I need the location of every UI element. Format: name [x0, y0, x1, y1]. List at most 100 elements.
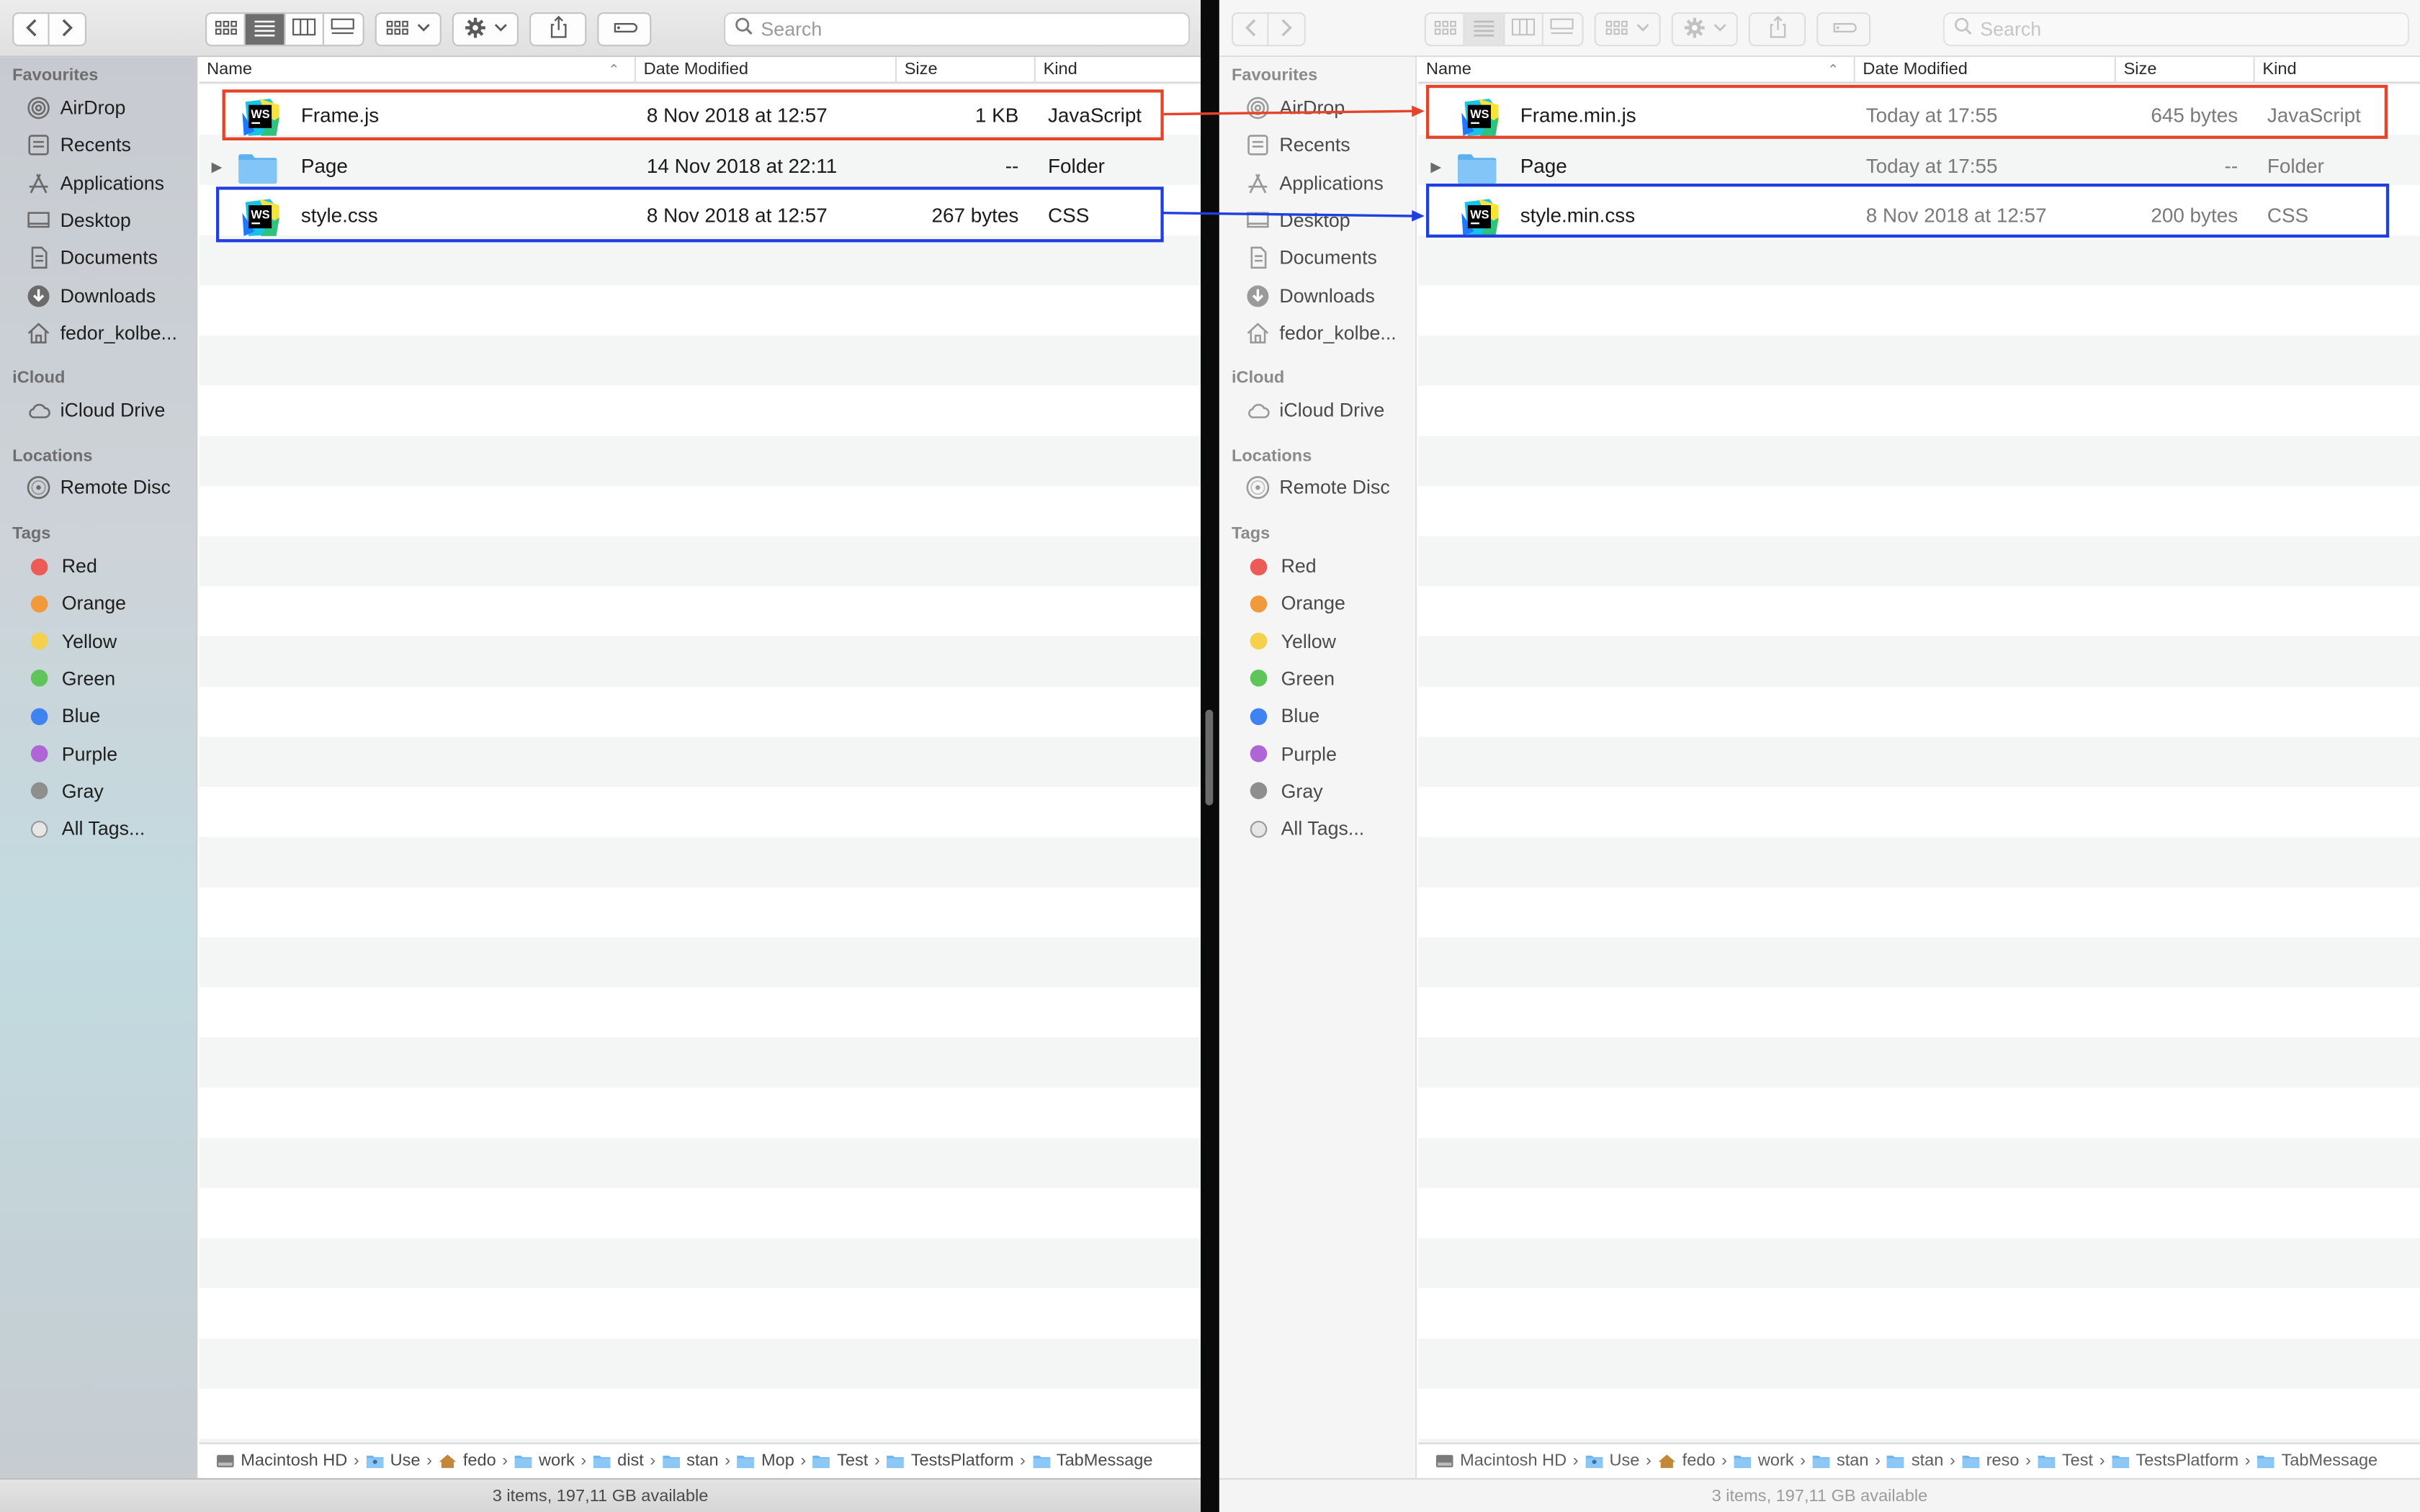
- sidebar-tag-blue[interactable]: Blue: [24, 699, 194, 733]
- path-crumb[interactable]: Test: [2038, 1452, 2093, 1470]
- sidebar-item-downloads[interactable]: Downloads: [1244, 279, 1414, 312]
- sidebar-tag-alltags[interactable]: All Tags...: [24, 811, 194, 845]
- sidebar-item-applications[interactable]: Applications: [24, 166, 194, 200]
- path-crumb[interactable]: TabMessage: [1032, 1452, 1152, 1470]
- sidebar-item-documents[interactable]: Documents: [1244, 241, 1414, 275]
- column-date[interactable]: Date Modified: [1853, 57, 2115, 84]
- path-crumb[interactable]: stan: [662, 1452, 719, 1470]
- path-crumb[interactable]: TestsPlatform: [2111, 1452, 2238, 1470]
- tags-button[interactable]: [597, 12, 652, 47]
- sidebar-tag-red[interactable]: Red: [1244, 549, 1414, 583]
- path-crumb[interactable]: Macintosh HD: [216, 1452, 347, 1470]
- sidebar-item-desktop[interactable]: Desktop: [1244, 204, 1414, 238]
- share-button[interactable]: [1748, 12, 1806, 47]
- path-crumb[interactable]: dist: [593, 1452, 644, 1470]
- column-view-button[interactable]: [1504, 14, 1543, 45]
- path-crumb[interactable]: fedo: [1657, 1452, 1716, 1470]
- share-button[interactable]: [529, 12, 587, 47]
- sidebar-item-remote-disc[interactable]: Remote Disc: [1244, 471, 1414, 505]
- search-field[interactable]: Search: [1942, 12, 2409, 47]
- sidebar-item-icloud-drive[interactable]: iCloud Drive: [24, 393, 194, 427]
- file-row[interactable]: WS style.css 8 Nov 2018 at 12:57 267 bytes C…: [199, 192, 1201, 242]
- back-button[interactable]: [14, 14, 50, 45]
- sidebar-item-airdrop[interactable]: AirDrop: [1244, 91, 1414, 125]
- sidebar-item-icloud-drive[interactable]: iCloud Drive: [1244, 393, 1414, 427]
- column-kind[interactable]: Kind: [2253, 57, 2420, 84]
- path-crumb[interactable]: TabMessage: [2257, 1452, 2378, 1470]
- folder-row[interactable]: ▶ Page Today at 17:55 -- Folder: [1418, 141, 2420, 192]
- path-crumb[interactable]: Use: [365, 1452, 421, 1470]
- action-control[interactable]: [454, 14, 517, 45]
- sidebar-tag-green[interactable]: Green: [1244, 662, 1414, 696]
- column-kind[interactable]: Kind: [1034, 57, 1201, 84]
- sidebar-item-home[interactable]: fedor_kolbe...: [1244, 316, 1414, 350]
- sidebar-tag-gray[interactable]: Gray: [24, 774, 194, 808]
- sidebar-tag-orange[interactable]: Orange: [24, 587, 194, 621]
- action-button[interactable]: [1671, 12, 1738, 47]
- sidebar-item-recents[interactable]: Recents: [24, 128, 194, 162]
- tags-button[interactable]: [1816, 12, 1871, 47]
- sidebar-item-home[interactable]: fedor_kolbe...: [24, 316, 194, 350]
- path-crumb[interactable]: stan: [1887, 1452, 1943, 1470]
- sidebar-item-recents[interactable]: Recents: [1244, 128, 1414, 162]
- gallery-view-button[interactable]: [1543, 14, 1582, 45]
- sidebar-tag-green[interactable]: Green: [24, 662, 194, 696]
- sidebar-tag-orange[interactable]: Orange: [1244, 587, 1414, 621]
- gallery-view-button[interactable]: [323, 14, 362, 45]
- back-button[interactable]: [1233, 14, 1269, 45]
- path-crumb[interactable]: Mop: [737, 1452, 794, 1470]
- sidebar-item-remote-disc[interactable]: Remote Disc: [24, 471, 194, 505]
- forward-button[interactable]: [50, 14, 85, 45]
- path-crumb[interactable]: Macintosh HD: [1435, 1452, 1567, 1470]
- group-control[interactable]: [377, 14, 440, 45]
- disclosure-triangle-icon[interactable]: ▶: [1430, 141, 1441, 192]
- column-size[interactable]: Size: [895, 57, 1034, 84]
- sidebar-tag-purple[interactable]: Purple: [24, 737, 194, 770]
- action-button[interactable]: [452, 12, 519, 47]
- sidebar-tag-gray[interactable]: Gray: [1244, 774, 1414, 808]
- path-crumb[interactable]: stan: [1812, 1452, 1869, 1470]
- sidebar-item-downloads[interactable]: Downloads: [24, 279, 194, 312]
- folder-row[interactable]: ▶ Page 14 Nov 2018 at 22:11 -- Folder: [199, 141, 1201, 192]
- path-crumb[interactable]: work: [514, 1452, 575, 1470]
- icon-view-button[interactable]: [207, 14, 246, 45]
- group-button[interactable]: [1594, 12, 1661, 47]
- column-size[interactable]: Size: [2114, 57, 2254, 84]
- path-crumb[interactable]: TestsPlatform: [886, 1452, 1013, 1470]
- file-row[interactable]: WS style.min.css 8 Nov 2018 at 12:57 200 by…: [1418, 192, 2420, 242]
- share-control[interactable]: [1750, 14, 1804, 45]
- path-crumb[interactable]: Test: [812, 1452, 868, 1470]
- sidebar-item-documents[interactable]: Documents: [24, 241, 194, 275]
- file-row[interactable]: WS Frame.min.js Today at 17:55 645 bytes Jav…: [1418, 91, 2420, 141]
- action-control[interactable]: [1673, 14, 1736, 45]
- sidebar-tag-purple[interactable]: Purple: [1244, 737, 1414, 770]
- sidebar-tag-yellow[interactable]: Yellow: [24, 624, 194, 658]
- column-date[interactable]: Date Modified: [634, 57, 895, 84]
- sidebar-tag-yellow[interactable]: Yellow: [1244, 624, 1414, 658]
- disclosure-triangle-icon[interactable]: ▶: [212, 141, 223, 192]
- split-divider-handle[interactable]: [1205, 709, 1214, 806]
- sidebar-tag-blue[interactable]: Blue: [1244, 699, 1414, 733]
- sidebar-item-applications[interactable]: Applications: [1244, 166, 1414, 200]
- list-view-button[interactable]: [246, 14, 285, 45]
- sidebar-tag-red[interactable]: Red: [24, 549, 194, 583]
- path-crumb[interactable]: fedo: [439, 1452, 496, 1470]
- tags-control[interactable]: [599, 14, 650, 45]
- group-button[interactable]: [375, 12, 442, 47]
- search-placeholder[interactable]: Search: [1980, 19, 2041, 40]
- search-placeholder[interactable]: Search: [761, 19, 822, 40]
- list-view-button[interactable]: [1465, 14, 1505, 45]
- share-control[interactable]: [531, 14, 585, 45]
- sidebar-tag-alltags[interactable]: All Tags...: [1244, 811, 1414, 845]
- forward-button[interactable]: [1268, 14, 1304, 45]
- icon-view-button[interactable]: [1426, 14, 1466, 45]
- path-crumb[interactable]: Use: [1585, 1452, 1639, 1470]
- tags-control[interactable]: [1818, 14, 1869, 45]
- column-name[interactable]: Name: [1418, 57, 1846, 83]
- search-field[interactable]: Search: [723, 12, 1191, 47]
- sidebar-item-desktop[interactable]: Desktop: [24, 204, 194, 238]
- file-row[interactable]: WS Frame.js 8 Nov 2018 at 12:57 1 KB JavaScr…: [199, 91, 1201, 141]
- path-crumb[interactable]: work: [1734, 1452, 1794, 1470]
- column-name[interactable]: Name: [199, 57, 627, 83]
- group-control[interactable]: [1596, 14, 1659, 45]
